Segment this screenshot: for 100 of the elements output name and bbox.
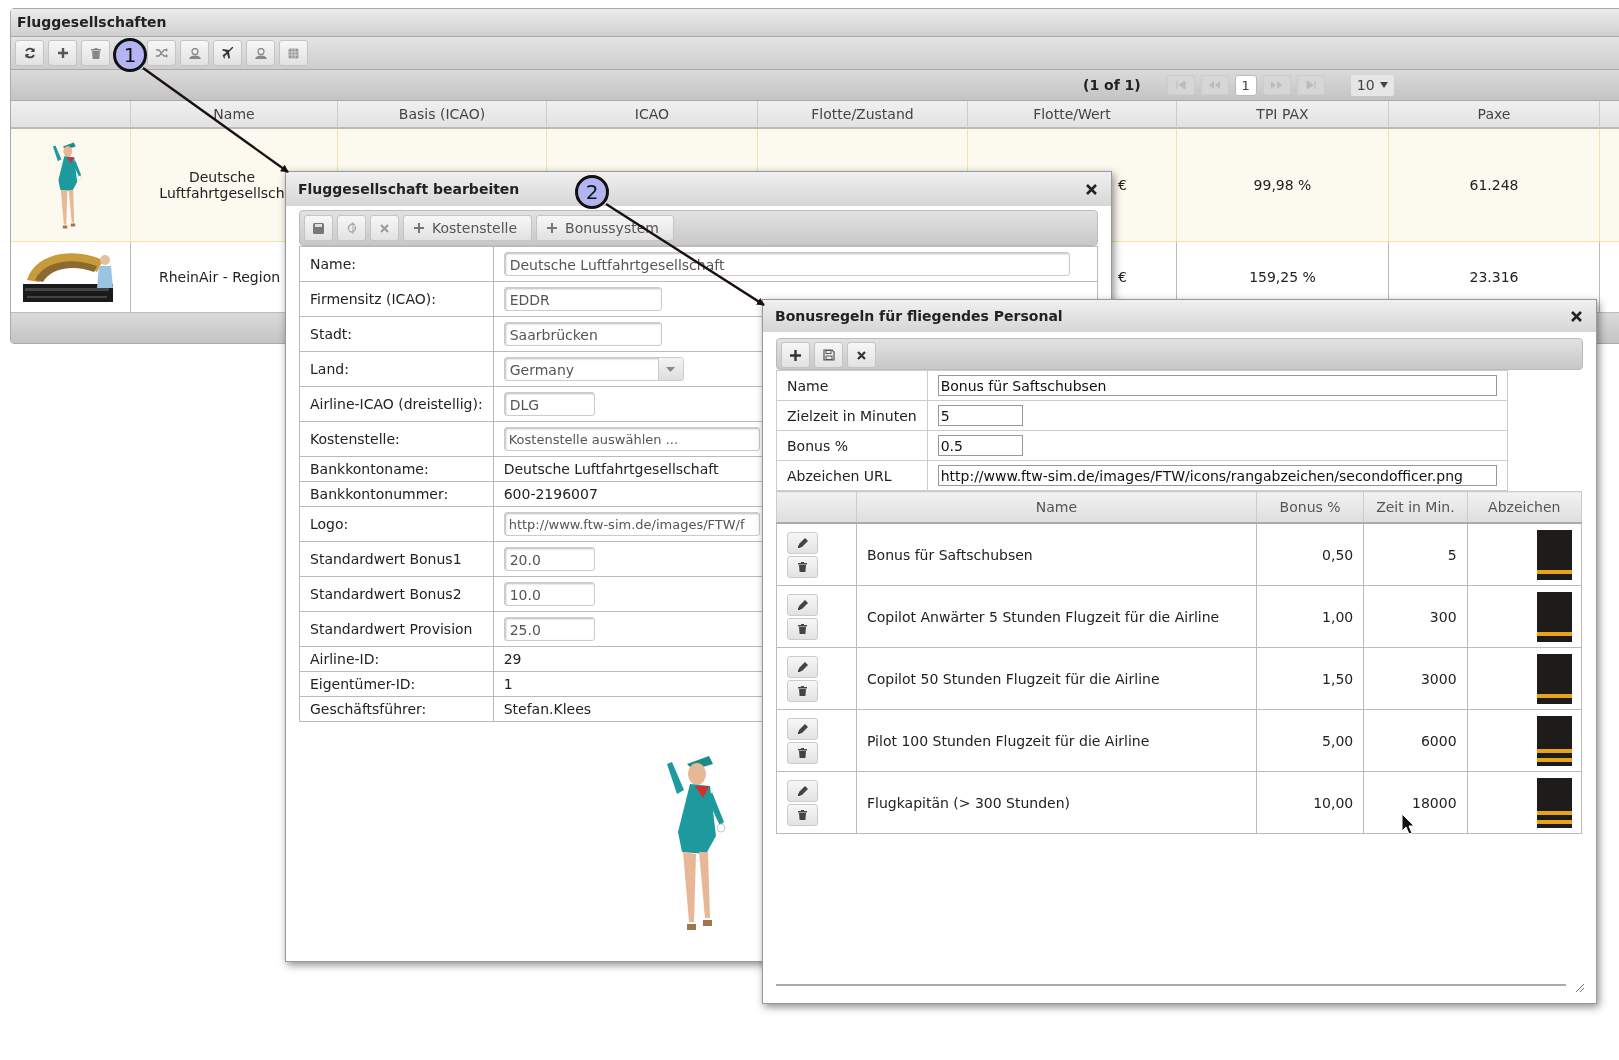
pencil-icon — [797, 785, 808, 796]
column-header[interactable]: Name — [131, 101, 338, 129]
field-label: Bankkontoname: — [299, 456, 494, 482]
save-button[interactable] — [814, 342, 843, 368]
trash-icon — [798, 685, 807, 696]
user-icon — [188, 47, 201, 59]
page-button[interactable]: 1 — [1234, 74, 1257, 96]
field-label: Bankkontonummer: — [299, 481, 494, 507]
field-label: Logo: — [299, 506, 494, 542]
field-label: Name — [776, 370, 928, 401]
field-label: Land: — [299, 351, 494, 387]
next-page-icon — [1271, 81, 1283, 89]
shuffle-button[interactable] — [147, 40, 176, 66]
rank-badge-icon — [1537, 591, 1572, 642]
column-header[interactable]: Flotte/Wert — [968, 101, 1177, 129]
add-button[interactable] — [48, 40, 77, 66]
input-field[interactable]: http://www.ftw-sim.de/images/FTW/icons/rangabzeichen/secondofficer.png — [937, 465, 1497, 486]
table-cell: Bonus für Saftschubsen — [856, 523, 1257, 586]
edit-button[interactable] — [787, 779, 818, 802]
column-header[interactable]: Name — [856, 491, 1257, 523]
table-cell: 6000 — [1363, 709, 1468, 772]
field-label: Eigentümer-ID: — [299, 671, 494, 697]
previous-page-icon — [1209, 81, 1221, 89]
input-field[interactable]: EDDR — [503, 287, 662, 311]
field-value: 1 — [503, 676, 513, 692]
pencil-icon — [797, 537, 808, 548]
input-field[interactable]: 0.5 — [937, 435, 1023, 456]
trash-icon — [798, 623, 807, 634]
plane-button[interactable] — [213, 40, 242, 66]
user-icon — [254, 47, 267, 59]
save-icon — [313, 222, 324, 234]
column-header[interactable]: Flotte/Zustand — [758, 101, 968, 129]
field-value: 29 — [503, 651, 522, 667]
input-field[interactable]: 10.0 — [503, 582, 595, 606]
pencil-icon — [797, 661, 808, 672]
delete-button[interactable] — [787, 803, 818, 826]
input-field[interactable]: 25.0 — [503, 617, 595, 641]
edit-button[interactable] — [787, 531, 818, 554]
field-label: Abzeichen URL — [776, 460, 928, 491]
edit-button[interactable] — [787, 593, 818, 616]
edit-button[interactable] — [787, 717, 818, 740]
field-label: Standardwert Bonus1 — [299, 541, 494, 577]
add-button[interactable] — [781, 342, 810, 368]
input-field[interactable]: Kostenstelle auswählen ... — [503, 427, 760, 451]
page-size-select[interactable]: 10 — [1350, 74, 1394, 96]
column-header[interactable]: Abzeichen — [1467, 491, 1582, 523]
input-field[interactable]: Saarbrücken — [503, 322, 662, 346]
field-label: Zielzeit in Minuten — [776, 400, 928, 431]
first-page-icon — [1175, 81, 1186, 89]
select-field[interactable]: Germany — [503, 357, 684, 381]
table-cell: 61.248 — [1389, 129, 1600, 242]
delete-button[interactable] — [787, 555, 818, 578]
column-header[interactable]: ICAO — [547, 101, 758, 129]
grid-button[interactable] — [279, 40, 308, 66]
field-label: Standardwert Provision — [299, 611, 494, 647]
toolbar-button[interactable]: Kostenstelle — [403, 215, 533, 241]
page-status: (1 of 1) — [1083, 77, 1141, 93]
column-header[interactable]: TPI PAX — [1177, 101, 1389, 129]
input-field[interactable]: Bonus für Saftschubsen — [937, 375, 1497, 396]
input-field[interactable]: http://www.ftw-sim.de/images/FTW/f — [503, 512, 760, 536]
close-icon[interactable] — [1571, 310, 1582, 322]
delete-button[interactable] — [787, 741, 818, 764]
table-cell: 10,00 — [1256, 771, 1364, 834]
column-header[interactable]: Basis (ICAO) — [338, 101, 547, 129]
refresh-icon — [23, 47, 36, 59]
save-icon — [822, 349, 835, 361]
field-label: Kostenstelle: — [299, 421, 494, 457]
pointer-icon — [1401, 813, 1415, 835]
grid-icon — [288, 47, 299, 59]
table-cell: Copilot Anwärter 5 Stunden Flugzeit für die Airline — [856, 585, 1257, 648]
field-value: 600-2196007 — [503, 486, 598, 502]
edit-button[interactable] — [787, 655, 818, 678]
shuffle-icon — [155, 48, 168, 58]
sync-icon — [346, 222, 357, 234]
close-icon — [857, 350, 866, 360]
resize-grip-icon[interactable] — [1576, 984, 1584, 992]
field-label: Name: — [299, 246, 494, 282]
refresh-button[interactable] — [15, 40, 44, 66]
field-label: Airline-ID: — [299, 646, 494, 672]
column-header[interactable]: Bonus % — [1256, 491, 1364, 523]
plane-icon — [221, 47, 234, 59]
save-button[interactable] — [304, 215, 333, 241]
column-header[interactable]: Paxe — [1389, 101, 1600, 129]
close-icon[interactable] — [1086, 183, 1097, 195]
close-icon — [380, 223, 389, 233]
table-cell: 99,98 % — [1177, 129, 1389, 242]
trash-icon — [798, 561, 807, 572]
input-field[interactable]: DLG — [503, 392, 595, 416]
cancel-button[interactable] — [847, 342, 876, 368]
caret-icon — [666, 366, 676, 372]
table-cell: 5,00 — [1256, 709, 1364, 772]
delete-button[interactable] — [787, 617, 818, 640]
delete-button[interactable] — [787, 679, 818, 702]
rank-badge-icon — [1537, 529, 1572, 580]
panel-title: Fluggesellschaften — [11, 9, 1619, 37]
input-field[interactable]: 20.0 — [503, 547, 595, 571]
column-header[interactable]: Zeit in Min. — [1363, 491, 1468, 523]
field-label: Firmensitz (ICAO): — [299, 281, 494, 317]
table-cell: 1,50 — [1256, 647, 1364, 710]
input-field[interactable]: 5 — [937, 405, 1023, 426]
